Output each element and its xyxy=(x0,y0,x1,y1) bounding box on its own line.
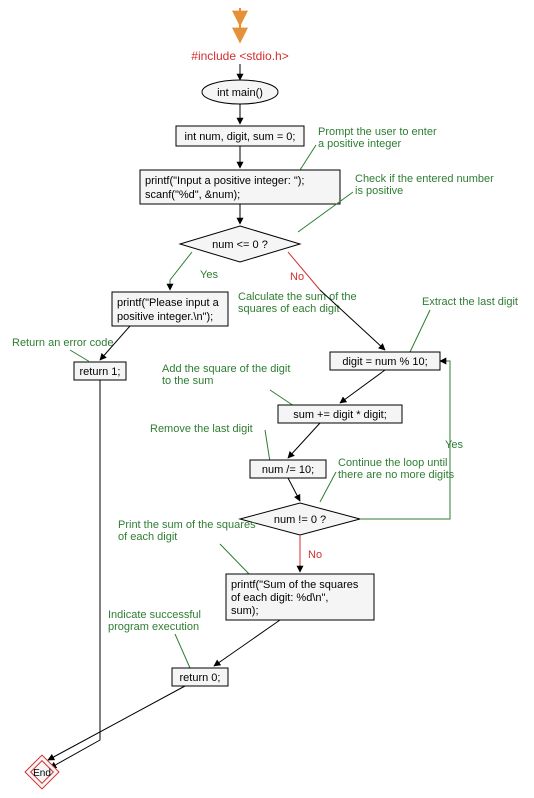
main-label: int main() xyxy=(217,87,263,99)
comment-print: Print the sum of the squares of each dig… xyxy=(118,519,259,543)
include-text: #include <stdio.h> xyxy=(191,49,288,63)
input-label-1: printf("Input a positive integer: "); xyxy=(145,175,304,187)
ps-l1: printf("Sum of the squares xyxy=(231,579,359,591)
yes1-label: Yes xyxy=(200,269,218,281)
sum-label: sum += digit * digit; xyxy=(293,409,387,421)
comment-prompt: Prompt the user to enter a positive inte… xyxy=(318,126,440,150)
no1-label: No xyxy=(290,271,304,283)
comment-returnerr: Return an error code xyxy=(12,337,114,349)
edge-yes2 xyxy=(360,361,450,519)
edge xyxy=(340,370,385,403)
please-l1: printf("Please input a xyxy=(117,297,220,309)
comment-check: Check if the entered number is positive xyxy=(355,173,497,197)
cond1-label: num <= 0 ? xyxy=(212,239,268,251)
comment-line xyxy=(300,145,316,170)
edge xyxy=(288,423,320,458)
edge xyxy=(214,620,280,666)
numdiv-label: num /= 10; xyxy=(262,464,314,476)
input-label-2: scanf("%d", &num); xyxy=(145,189,240,201)
comment-line xyxy=(265,430,270,462)
comment-line xyxy=(220,544,250,575)
comment-addsq: Add the square of the digit to the sum xyxy=(162,363,294,387)
edge xyxy=(288,478,300,501)
comment-cont: Continue the loop until there are no mor… xyxy=(338,457,455,481)
digit-label: digit = num % 10; xyxy=(342,356,427,368)
comment-success: Indicate successful program execution xyxy=(108,609,204,633)
comment-calc: Calculate the sum of the squares of each… xyxy=(238,291,360,315)
ps-l3: sum); xyxy=(231,605,259,617)
please-l2: positive integer.\n"); xyxy=(117,311,213,323)
comment-line xyxy=(410,310,430,352)
ps-l2: of each digit: %d\n", xyxy=(231,592,328,604)
return1-label: return 1; xyxy=(80,366,121,378)
comment-extract: Extract the last digit xyxy=(422,296,518,308)
comment-line xyxy=(175,634,190,668)
end-label: End xyxy=(33,768,51,779)
declare-label: int num, digit, sum = 0; xyxy=(185,131,296,143)
flowchart-diagram: #include <stdio.h> int main() int num, d… xyxy=(0,0,534,798)
no2-label: No xyxy=(308,549,322,561)
edge-return1-end xyxy=(50,380,100,768)
cond2-label: num != 0 ? xyxy=(274,514,326,526)
return0-label: return 0; xyxy=(180,672,221,684)
edge-return0-end xyxy=(48,686,185,760)
yes2-label: Yes xyxy=(445,439,463,451)
edge-yes1 xyxy=(170,252,192,290)
comment-remove: Remove the last digit xyxy=(150,423,253,435)
comment-line xyxy=(70,350,90,362)
